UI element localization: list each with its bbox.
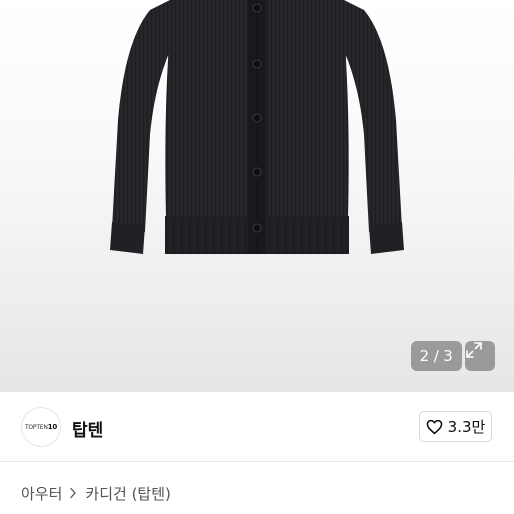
image-counter-total: 3 (443, 347, 454, 365)
cardigan-illustration (110, 0, 404, 254)
breadcrumb-subcategory[interactable]: 카디건 (탑텐) (85, 483, 170, 504)
avatar-number: 10 (47, 423, 58, 431)
product-image[interactable]: 2 / 3 (0, 0, 514, 392)
avatar-text: TOPTEN (24, 423, 48, 431)
like-button[interactable]: 3.3만 (419, 411, 492, 442)
breadcrumb: 아우터 카디건 (탑텐) (21, 482, 171, 504)
expand-arrows-icon (466, 342, 482, 358)
chevron-right-icon (69, 487, 77, 499)
heart-outline-icon (426, 419, 443, 434)
expand-image-button[interactable] (465, 341, 495, 371)
like-count: 3.3만 (447, 418, 486, 436)
breadcrumb-category[interactable]: 아우터 (21, 483, 62, 504)
image-counter-current: 2 (419, 347, 430, 365)
seller-name[interactable]: 탑텐 (72, 416, 103, 441)
image-counter-separator: / (433, 347, 440, 365)
seller-avatar[interactable]: TOPTEN 10 (21, 407, 61, 447)
image-counter: 2 / 3 (411, 341, 462, 371)
